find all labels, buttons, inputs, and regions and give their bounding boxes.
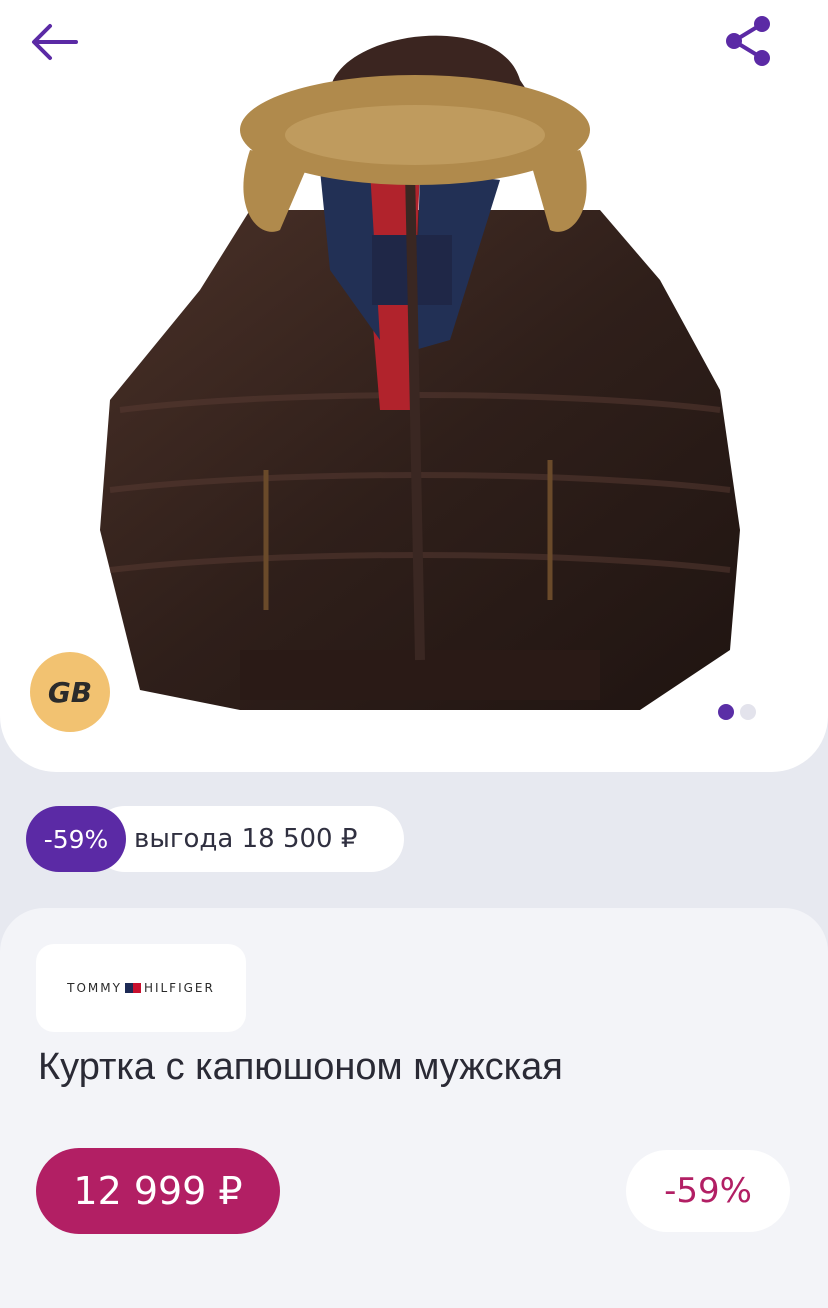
slide-dot-active[interactable]	[718, 704, 734, 720]
price-button[interactable]: 12 999 ₽	[36, 1148, 280, 1234]
benefit-text: выгода 18 500 ₽	[134, 824, 358, 854]
brand-name-right: HILFIGER	[143, 981, 215, 995]
flag-icon	[124, 983, 141, 993]
seller-badge[interactable]: GB	[30, 652, 110, 732]
back-icon[interactable]	[26, 18, 82, 66]
product-gallery[interactable]: GB	[0, 0, 828, 772]
brand-logo[interactable]: TOMMY HILFIGER	[36, 944, 246, 1032]
product-title: Куртка с капюшоном мужская	[38, 1046, 563, 1088]
discount-badge: -59%	[626, 1150, 790, 1232]
brand-wordmark: TOMMY HILFIGER	[67, 981, 215, 995]
slide-dot[interactable]	[740, 704, 756, 720]
benefit-pill: -59% выгода 18 500 ₽	[26, 806, 404, 872]
benefit-percent: -59%	[26, 806, 126, 872]
slide-indicator	[718, 704, 756, 720]
jacket-image	[100, 35, 740, 710]
brand-name-left: TOMMY	[67, 981, 122, 995]
